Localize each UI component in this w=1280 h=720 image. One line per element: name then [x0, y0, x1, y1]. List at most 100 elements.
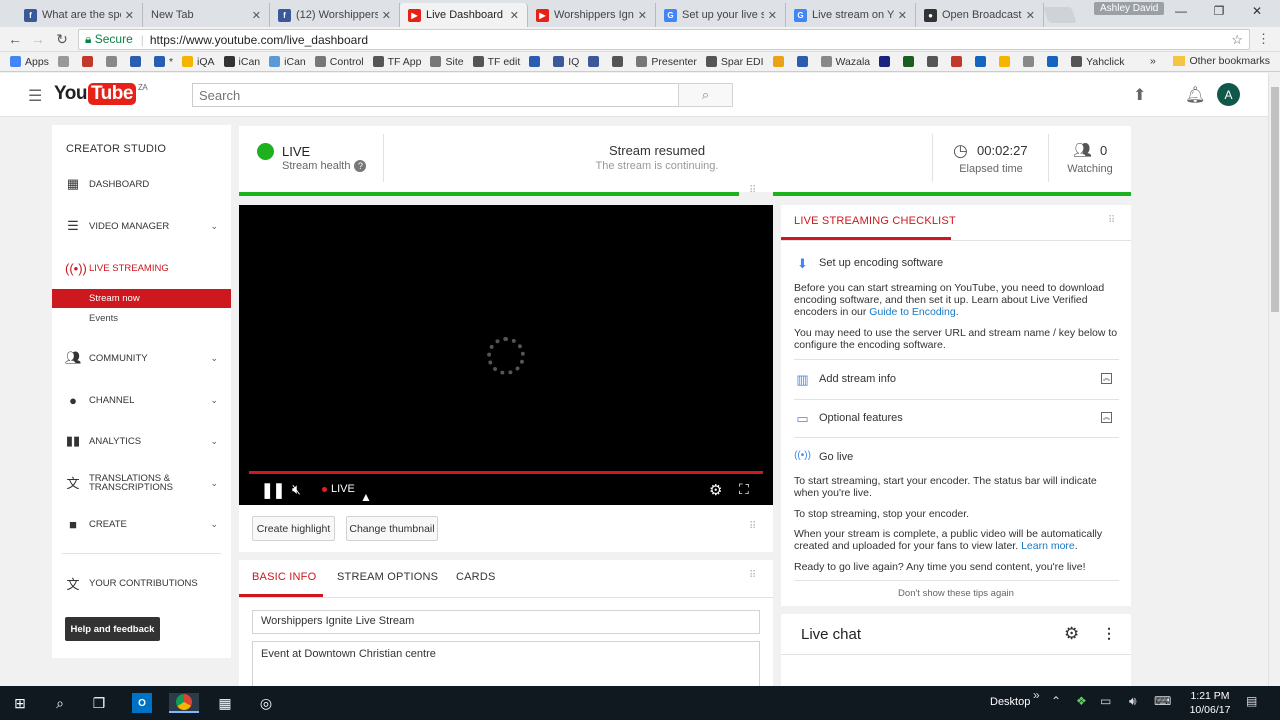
bookmark-item[interactable]: iQA: [182, 56, 215, 68]
muted-volume-icon[interactable]: 🔇︎: [292, 481, 301, 498]
obs-studio-icon[interactable]: ◎: [256, 693, 276, 713]
close-tab-icon[interactable]: ✕: [382, 9, 391, 22]
close-tab-icon[interactable]: ✕: [510, 9, 519, 22]
bookmark-item[interactable]: Site: [430, 56, 464, 68]
checklist-step-go-live[interactable]: ((•)) Go live: [794, 450, 853, 464]
checklist-step-stream-info[interactable]: ▥ Add stream info: [794, 372, 896, 387]
browser-menu-icon[interactable]: ⋮: [1257, 31, 1270, 47]
hamburger-menu-icon[interactable]: ☰: [28, 86, 42, 106]
browser-tab[interactable]: f What are the spe ✕: [16, 3, 143, 27]
bookmark-item[interactable]: [1047, 56, 1062, 67]
browser-tab[interactable]: G Live stream on Yo ✕: [786, 3, 916, 27]
close-tab-icon[interactable]: ✕: [252, 9, 261, 22]
close-tab-icon[interactable]: ✕: [638, 9, 647, 22]
profile-button[interactable]: Ashley David: [1094, 2, 1165, 15]
close-tab-icon[interactable]: ✕: [125, 9, 134, 22]
browser-tab-active[interactable]: ▶ Live Dashboard ✕: [400, 3, 528, 27]
sidebar-item-create[interactable]: ■ CREATE ⌄: [52, 513, 231, 535]
sidebar-subitem-stream-now[interactable]: Stream now: [52, 289, 231, 308]
bookmark-item[interactable]: Presenter: [636, 56, 697, 68]
pause-icon[interactable]: ❚❚: [261, 481, 285, 499]
address-bar[interactable]: 🔒︎ Secure | https://www.youtube.com/live…: [78, 29, 1250, 50]
new-tab-button[interactable]: [1043, 7, 1077, 23]
other-bookmarks-folder[interactable]: Other bookmarks: [1173, 55, 1270, 67]
browser-tab[interactable]: f (12) Worshippers ✕: [270, 3, 400, 27]
tab-stream-options[interactable]: STREAM OPTIONS: [337, 571, 438, 583]
bookmark-item[interactable]: [105, 56, 121, 67]
drag-handle-icon[interactable]: ⠿: [1108, 215, 1115, 226]
dismiss-tips-link[interactable]: Don't show these tips again: [781, 588, 1131, 599]
video-player[interactable]: ❚❚ 🔇︎ LIVE ▲ ⚙ ⛶: [239, 205, 773, 505]
windows-start-icon[interactable]: ⊞: [10, 693, 30, 713]
close-tab-icon[interactable]: ✕: [1026, 9, 1035, 22]
guide-to-encoding-link[interactable]: Guide to Encoding: [869, 306, 955, 318]
player-live-badge[interactable]: LIVE: [331, 483, 355, 495]
sidebar-item-your-contributions[interactable]: 文 YOUR CONTRIBUTIONS: [52, 572, 231, 594]
collapse-icon[interactable]: ︽: [1101, 412, 1112, 423]
scrollbar-thumb[interactable]: [1271, 87, 1279, 312]
notifications-bell-icon[interactable]: 🔔︎: [1185, 85, 1205, 105]
keyboard-icon[interactable]: ⌨: [1154, 694, 1171, 708]
bookmark-item[interactable]: [796, 56, 812, 67]
browser-tab[interactable]: New Tab ✕: [143, 3, 270, 27]
page-scrollbar[interactable]: [1268, 73, 1280, 686]
dropbox-icon[interactable]: ❖: [1076, 694, 1087, 708]
chat-more-options-icon[interactable]: ⋮: [1102, 625, 1116, 642]
forward-icon[interactable]: →: [29, 31, 47, 47]
bookmark-item[interactable]: [999, 56, 1014, 67]
bookmark-item[interactable]: [57, 56, 73, 67]
restore-button[interactable]: ❐: [1204, 4, 1234, 18]
close-window-button[interactable]: ✕: [1242, 4, 1272, 18]
checklist-step-optional-features[interactable]: ▭ Optional features: [794, 411, 902, 426]
browser-tab[interactable]: ▶ Worshippers Ignit ✕: [528, 3, 656, 27]
bookmark-item[interactable]: [529, 56, 544, 67]
bookmark-item[interactable]: [772, 56, 788, 67]
drag-handle-icon[interactable]: ⠿: [749, 185, 756, 196]
network-icon[interactable]: ▭: [1100, 694, 1111, 708]
youtube-logo[interactable]: You Tube ZA: [54, 83, 148, 105]
task-view-icon[interactable]: ❐: [89, 693, 109, 713]
bookmark-item[interactable]: Wazala: [820, 56, 870, 68]
collapse-icon[interactable]: ︽: [1101, 373, 1112, 384]
calculator-icon[interactable]: ▦: [215, 693, 235, 713]
desktop-toolbar-label[interactable]: Desktop: [990, 696, 1030, 708]
checklist-step-encoding[interactable]: ⬇ Set up encoding software: [794, 256, 943, 271]
bookmark-item[interactable]: [129, 56, 145, 67]
bookmark-item[interactable]: [1023, 56, 1038, 67]
change-thumbnail-button[interactable]: Change thumbnail: [346, 516, 438, 541]
create-highlight-button[interactable]: Create highlight: [252, 516, 335, 541]
bookmark-item[interactable]: *: [153, 56, 173, 68]
bookmark-item[interactable]: iCan: [269, 56, 306, 68]
tab-basic-info[interactable]: BASIC INFO: [252, 571, 316, 583]
learn-more-link[interactable]: Learn more: [1021, 540, 1075, 552]
help-icon[interactable]: ?: [354, 160, 367, 172]
volume-icon[interactable]: 🔊︎: [1129, 694, 1137, 709]
upload-icon[interactable]: ⬆: [1133, 85, 1146, 105]
bookmark-item[interactable]: [903, 56, 918, 67]
search-input[interactable]: [192, 83, 679, 107]
bookmark-item[interactable]: Spar EDI: [705, 56, 764, 68]
help-feedback-button[interactable]: Help and feedback: [65, 617, 160, 641]
close-tab-icon[interactable]: ✕: [768, 9, 777, 22]
bookmark-item[interactable]: TF edit: [472, 56, 520, 68]
sidebar-item-dashboard[interactable]: ▦ DASHBOARD: [52, 173, 231, 195]
bookmark-item[interactable]: Yahclick: [1071, 56, 1124, 68]
clock[interactable]: 1:21 PM 10/06/17: [1183, 689, 1237, 717]
tab-cards[interactable]: CARDS: [456, 571, 496, 583]
settings-gear-icon[interactable]: ⚙: [709, 481, 722, 499]
bookmark-item[interactable]: [951, 56, 966, 67]
bookmarks-overflow-button[interactable]: »: [1150, 55, 1156, 67]
bookmark-item[interactable]: IQ: [553, 56, 579, 68]
bookmark-item[interactable]: [612, 56, 627, 67]
bookmark-star-icon[interactable]: ☆: [1231, 32, 1243, 48]
sidebar-item-channel[interactable]: ● CHANNEL ⌄: [52, 389, 231, 411]
description-field[interactable]: Event at Downtown Christian centre: [252, 641, 760, 687]
chat-settings-icon[interactable]: ⚙: [1064, 624, 1079, 644]
bookmark-item[interactable]: [879, 56, 894, 67]
chrome-icon[interactable]: [169, 693, 199, 713]
notifications-icon[interactable]: ▤: [1246, 694, 1257, 708]
close-tab-icon[interactable]: ✕: [898, 9, 907, 22]
bookmark-item[interactable]: [927, 56, 942, 67]
sidebar-item-analytics[interactable]: ▮▮ ANALYTICS ⌄: [52, 430, 231, 452]
browser-tab[interactable]: ●Open Broadcaster✕: [916, 3, 1044, 27]
